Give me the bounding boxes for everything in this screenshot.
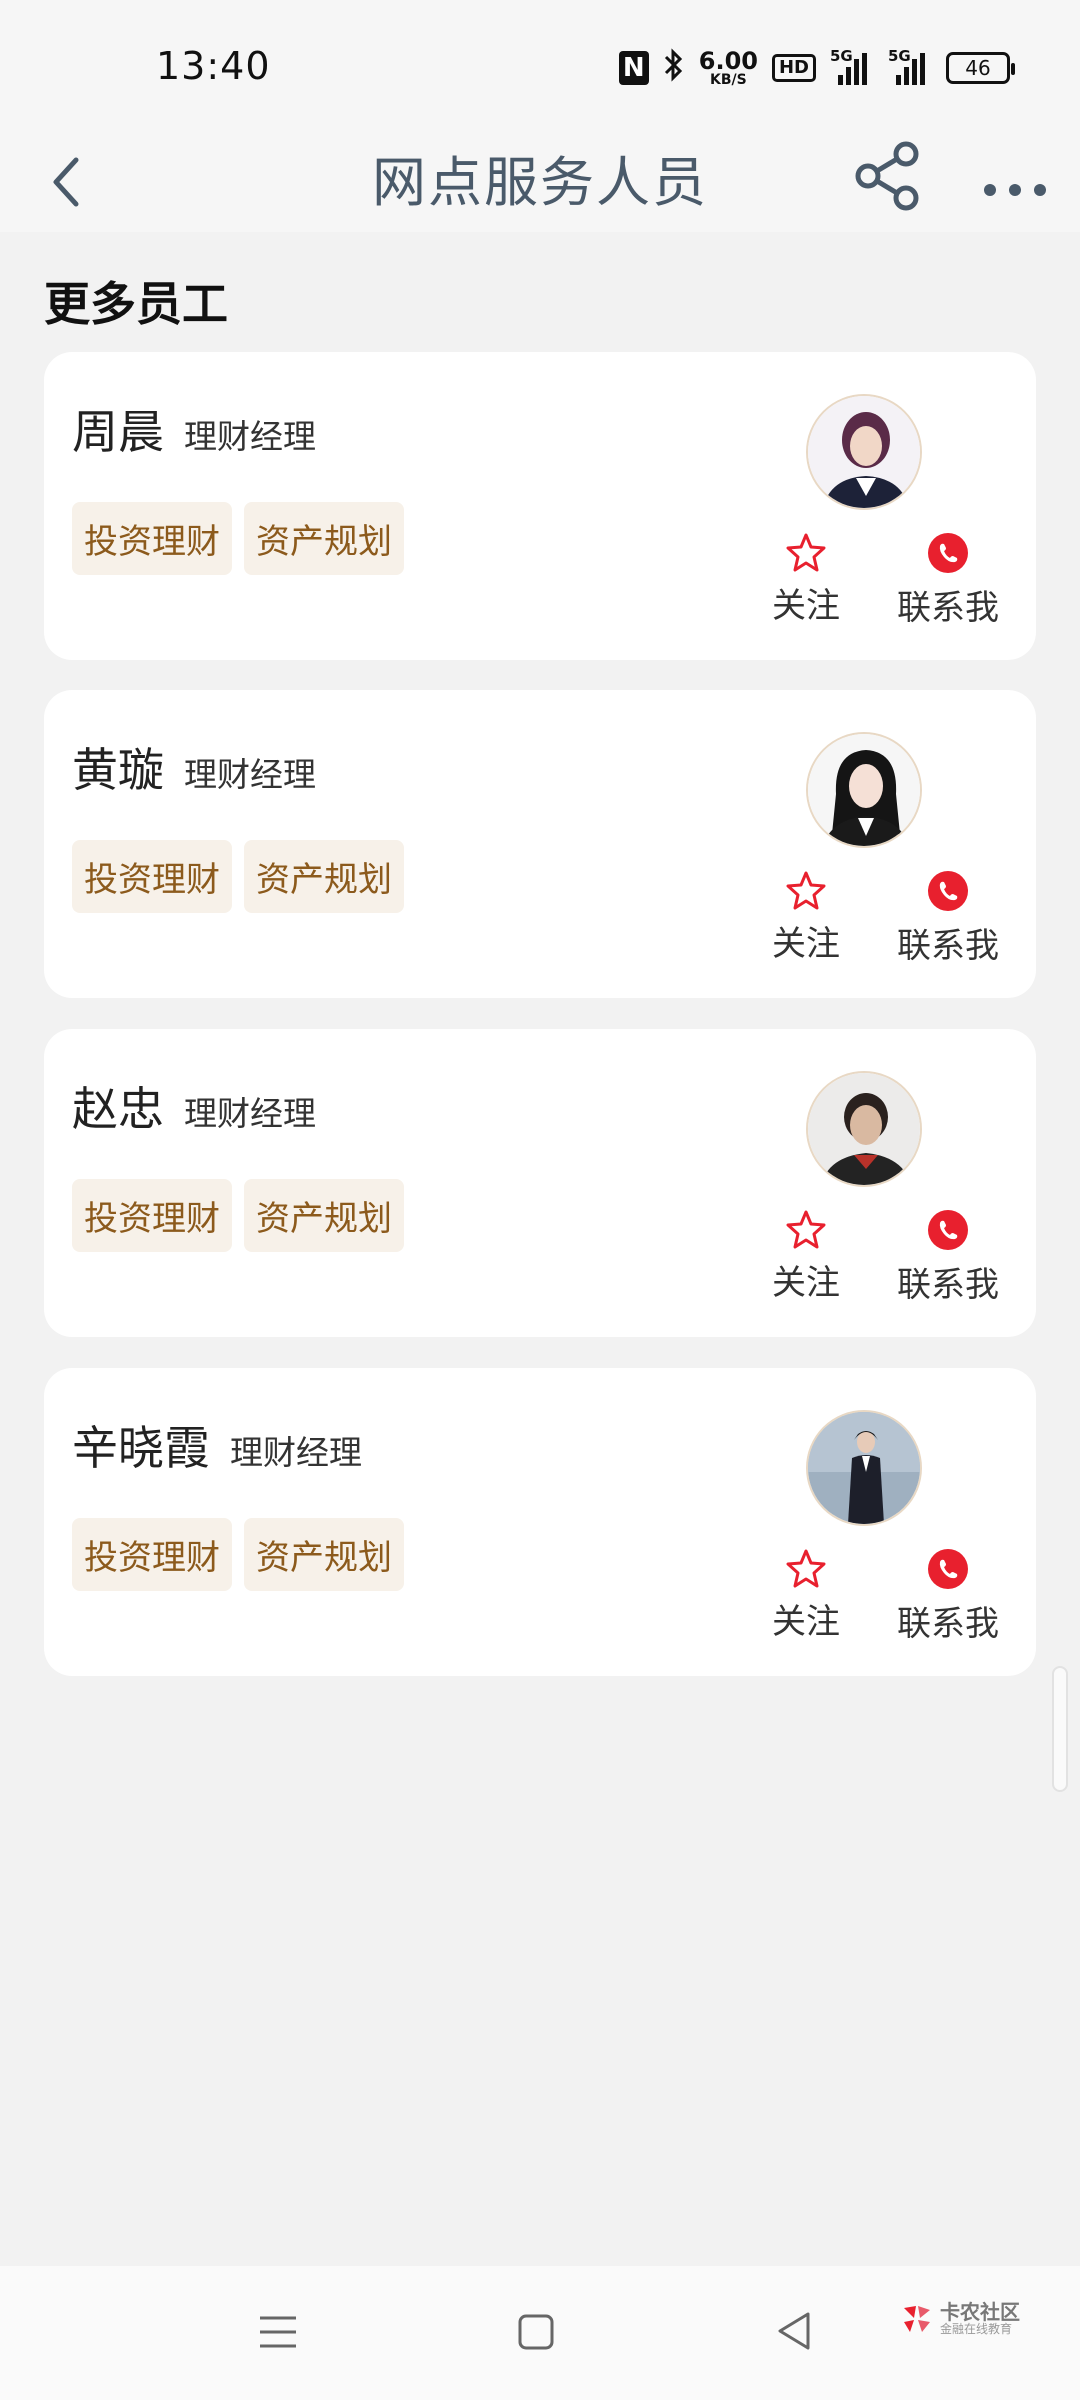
follow-button[interactable]: 关注 (756, 1209, 856, 1304)
follow-label: 关注 (772, 924, 840, 964)
signal-label: 5G (830, 47, 853, 65)
contact-label: 联系我 (897, 588, 999, 628)
contact-button[interactable]: 联系我 (880, 870, 1016, 967)
bluetooth-icon (663, 48, 685, 88)
tag: 投资理财 (72, 1518, 232, 1591)
nav-back-icon[interactable] (774, 2310, 814, 2352)
tag: 投资理财 (72, 840, 232, 913)
star-icon (786, 1210, 826, 1249)
signal-label: 5G (888, 47, 911, 65)
phone-icon (928, 1549, 968, 1589)
signal-icon: 5G (830, 47, 874, 85)
avatar (806, 1071, 922, 1187)
tag-list: 投资理财 资产规划 (72, 502, 404, 575)
more-icon[interactable] (980, 152, 1050, 202)
watermark-title: 卡农社区 (940, 2300, 1020, 2325)
staff-name-row: 辛晓霞 理财经理 (72, 1412, 362, 1478)
staff-name: 辛晓霞 (72, 1421, 210, 1475)
staff-role: 理财经理 (184, 1094, 316, 1133)
staff-name: 黄璇 (72, 743, 164, 797)
tag: 投资理财 (72, 1179, 232, 1252)
section-title: 更多员工 (44, 277, 228, 331)
contact-button[interactable]: 联系我 (880, 532, 1016, 629)
tag: 投资理财 (72, 502, 232, 575)
contact-label: 联系我 (897, 926, 999, 966)
network-speed: 6.00 KB/S (699, 49, 758, 87)
hd-icon: HD (771, 54, 816, 82)
status-bar: 13:40 N 6.00 KB/S HD 5G 5G 46 (0, 0, 1080, 132)
follow-button[interactable]: 关注 (756, 532, 856, 627)
speed-value: 6.00 (698, 47, 758, 75)
avatar (806, 394, 922, 510)
header: 网点服务人员 (0, 132, 1080, 232)
staff-card[interactable]: 黄璇 理财经理 投资理财 资产规划 关注 联系我 (44, 690, 1036, 998)
phone-icon (928, 1210, 968, 1250)
share-icon[interactable] (852, 136, 926, 216)
staff-card[interactable]: 赵忠 理财经理 投资理财 资产规划 关注 联系我 (44, 1029, 1036, 1337)
star-icon (786, 871, 826, 910)
staff-name-row: 赵忠 理财经理 (72, 1073, 316, 1139)
staff-role: 理财经理 (184, 755, 316, 794)
star-icon (786, 1549, 826, 1588)
status-icons: N 6.00 KB/S HD 5G 5G 46 (618, 46, 1015, 90)
tag-list: 投资理财 资产规划 (72, 1518, 404, 1591)
phone-icon (928, 533, 968, 573)
follow-button[interactable]: 关注 (756, 870, 856, 965)
staff-name-row: 周晨 理财经理 (72, 396, 316, 462)
home-icon[interactable] (518, 2312, 554, 2352)
scrollbar[interactable] (1052, 1666, 1068, 1792)
watermark-logo-icon (904, 2306, 930, 2332)
contact-button[interactable]: 联系我 (880, 1548, 1016, 1645)
tag: 资产规划 (244, 1179, 404, 1252)
tag: 资产规划 (244, 502, 404, 575)
staff-role: 理财经理 (184, 417, 316, 456)
tag-list: 投资理财 资产规划 (72, 1179, 404, 1252)
contact-label: 联系我 (897, 1265, 999, 1305)
system-navbar: 卡农社区 金融在线教育 (0, 2266, 1080, 2400)
staff-name: 赵忠 (72, 1082, 164, 1136)
staff-name-row: 黄璇 理财经理 (72, 734, 316, 800)
battery-icon: 46 (946, 52, 1015, 84)
status-time: 13:40 (156, 44, 271, 88)
speed-unit: KB/S (710, 72, 747, 88)
menu-icon[interactable] (256, 2312, 300, 2352)
contact-button[interactable]: 联系我 (880, 1209, 1016, 1306)
staff-card[interactable]: 周晨 理财经理 投资理财 资产规划 关注 联系我 (44, 352, 1036, 660)
contact-label: 联系我 (897, 1604, 999, 1644)
follow-button[interactable]: 关注 (756, 1548, 856, 1643)
follow-label: 关注 (772, 586, 840, 626)
follow-label: 关注 (772, 1263, 840, 1303)
signal-icon: 5G (888, 47, 932, 85)
watermark-subtitle: 金融在线教育 (940, 2322, 1013, 2337)
follow-label: 关注 (772, 1602, 840, 1642)
avatar (806, 732, 922, 848)
tag-list: 投资理财 资产规划 (72, 840, 404, 913)
avatar (806, 1410, 922, 1526)
watermark: 卡农社区 金融在线教育 (900, 2302, 1020, 2336)
staff-name: 周晨 (72, 405, 164, 459)
staff-card[interactable]: 辛晓霞 理财经理 投资理财 资产规划 关注 联系我 (44, 1368, 1036, 1676)
tag: 资产规划 (244, 840, 404, 913)
nfc-icon: N (618, 51, 649, 85)
staff-role: 理财经理 (230, 1433, 362, 1472)
tag: 资产规划 (244, 1518, 404, 1591)
phone-icon (928, 871, 968, 911)
star-icon (786, 533, 826, 572)
